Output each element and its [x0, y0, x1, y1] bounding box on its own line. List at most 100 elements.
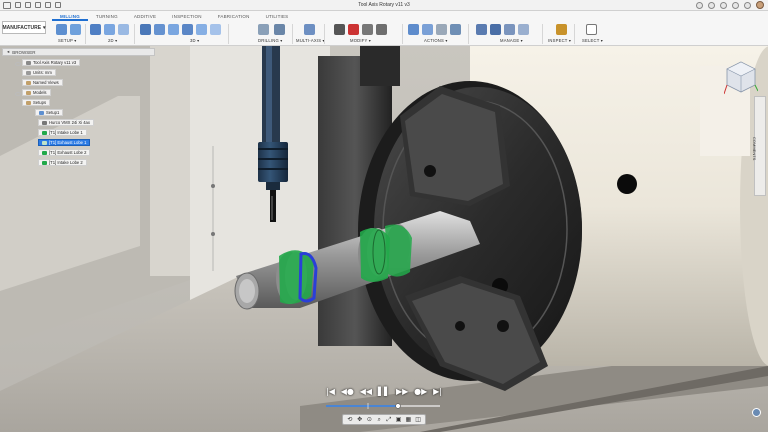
tree-models[interactable]: Models	[22, 89, 51, 96]
fit-icon[interactable]: ⤢	[385, 416, 392, 423]
tree-machine[interactable]: Hurco VMX 24i Xi 4ax	[38, 119, 94, 126]
help-icon[interactable]	[744, 1, 751, 9]
job-status-icon[interactable]	[720, 1, 727, 9]
setup-icon	[39, 110, 44, 115]
tree-operation-intake-lobe-2[interactable]: [T1] Intake Lobe 2	[38, 159, 87, 166]
toolpath-icon	[42, 140, 47, 145]
units-icon	[26, 70, 31, 75]
face-icon[interactable]	[118, 24, 129, 35]
simulation-timeline[interactable]	[322, 402, 444, 410]
folder-icon	[26, 100, 31, 105]
go-to-start-button[interactable]: |◀	[326, 387, 335, 396]
previous-operation-button[interactable]: ◀●	[341, 387, 354, 396]
display-settings-icon[interactable]: ▣	[395, 416, 402, 423]
3d-pocket-icon[interactable]	[154, 24, 165, 35]
thread-icon[interactable]	[274, 24, 285, 35]
group-manage[interactable]: MANAGE	[500, 38, 523, 43]
setup-sheet-icon[interactable]	[70, 24, 81, 35]
workspace-label: MANUFACTURE	[2, 24, 42, 31]
group-inspect[interactable]: INSPECT	[548, 38, 571, 43]
tool-library-icon[interactable]	[476, 24, 487, 35]
simulate-icon[interactable]	[408, 24, 419, 35]
next-operation-button[interactable]: ●▶	[414, 387, 427, 396]
tab-turning[interactable]: TURNING	[88, 11, 126, 21]
simulation-playback: |◀ ◀● ◀◀ ▌▌ ▶▶ ●▶ ▶|	[326, 384, 442, 398]
tree-setups[interactable]: Setups	[22, 99, 51, 106]
pause-button[interactable]: ▌▌	[378, 387, 390, 396]
comments-label: COMMENTS	[752, 137, 757, 161]
go-to-end-button[interactable]: ▶|	[433, 387, 442, 396]
tab-fabrication[interactable]: FABRICATION	[210, 11, 258, 21]
steep-shallow-icon[interactable]	[168, 24, 179, 35]
post-library-icon[interactable]	[504, 24, 515, 35]
tab-utilities[interactable]: UTILITIES	[258, 11, 297, 21]
contour-icon[interactable]	[196, 24, 207, 35]
eye-icon[interactable]	[15, 62, 21, 66]
transform-icon[interactable]	[362, 24, 373, 35]
folder-icon	[26, 80, 31, 85]
step-back-button[interactable]: ◀◀	[360, 387, 372, 396]
view-cube[interactable]	[724, 58, 758, 96]
group-3d[interactable]: 3D	[190, 38, 199, 43]
group-actions[interactable]: ACTIONS	[424, 38, 448, 43]
timeline-scrubber	[395, 403, 401, 409]
eye-icon[interactable]	[15, 92, 21, 96]
zoom-icon[interactable]: ⌕	[376, 416, 383, 423]
group-2d[interactable]: 2D	[108, 38, 117, 43]
2d-pocket-icon[interactable]	[104, 24, 115, 35]
3d-adaptive-icon[interactable]	[140, 24, 151, 35]
pattern-icon[interactable]	[376, 24, 387, 35]
group-modify[interactable]: MODIFY	[350, 38, 371, 43]
status-marker[interactable]	[752, 408, 761, 417]
tree-units[interactable]: Units: mm	[22, 69, 56, 76]
group-drilling[interactable]: DRILLING	[258, 38, 282, 43]
new-setup-icon[interactable]	[56, 24, 67, 35]
post-process-icon[interactable]	[422, 24, 433, 35]
tab-milling[interactable]: MILLING	[52, 11, 88, 21]
group-multi-axis[interactable]: MULTI-AXIS	[296, 38, 325, 43]
tab-additive[interactable]: ADDITIVE	[126, 11, 164, 21]
delete-icon[interactable]	[348, 24, 359, 35]
avatar[interactable]	[756, 1, 764, 9]
look-at-icon[interactable]: ⊙	[366, 416, 373, 423]
parallel-icon[interactable]	[210, 24, 221, 35]
tab-inspection[interactable]: INSPECTION	[164, 11, 210, 21]
tree-operation-intake-lobe-1[interactable]: [T1] Intake Lobe 1	[38, 129, 87, 136]
setup-sheet-action-icon[interactable]	[450, 24, 461, 35]
tree-setup1[interactable]: Setup1	[35, 109, 64, 116]
collapse-icon[interactable]: ◂	[7, 49, 9, 55]
tree-operation-exhaust-lobe-1[interactable]: [T1] Exhaust Lobe 1	[38, 139, 91, 146]
notifications-icon[interactable]	[732, 1, 739, 9]
modify-scissors-icon[interactable]	[334, 24, 345, 35]
select-icon[interactable]	[586, 24, 597, 35]
folder-icon	[26, 90, 31, 95]
drill-icon[interactable]	[258, 24, 269, 35]
tree-root[interactable]: Tool Axis Rotary v11 v3	[22, 59, 81, 66]
new-tab-icon[interactable]	[696, 1, 703, 9]
templates-icon[interactable]	[518, 24, 529, 35]
ribbon-tools: SETUP 2D 3D DRILLING MULTI-AXIS	[52, 22, 768, 46]
viewports-icon[interactable]: ◫	[415, 416, 422, 423]
browser-header[interactable]: ◂ BROWSER	[2, 48, 155, 56]
navigation-bar: ⟲ ✥ ⊙ ⌕ ⤢ ▣ ▦ ◫	[342, 414, 426, 425]
ribbon-tabs: MILLING TURNING ADDITIVE INSPECTION FABR…	[52, 11, 296, 21]
pan-icon[interactable]: ✥	[356, 416, 363, 423]
grid-icon[interactable]: ▦	[405, 416, 412, 423]
toolbar-ribbon: MILLING TURNING ADDITIVE INSPECTION FABR…	[0, 11, 768, 46]
multi-axis-icon[interactable]	[304, 24, 315, 35]
group-select[interactable]: SELECT	[582, 38, 603, 43]
step-forward-button[interactable]: ▶▶	[396, 387, 408, 396]
comments-panel-tab[interactable]: COMMENTS	[752, 96, 766, 196]
2d-adaptive-icon[interactable]	[90, 24, 101, 35]
chevron-down-icon: ▾	[43, 24, 46, 31]
group-setup[interactable]: SETUP	[58, 38, 77, 43]
measure-icon[interactable]	[556, 24, 567, 35]
extensions-icon[interactable]	[708, 1, 715, 9]
machine-library-icon[interactable]	[490, 24, 501, 35]
generate-icon[interactable]	[436, 24, 447, 35]
tree-operation-exhaust-lobe-2[interactable]: [T1] Exhaust Lobe 2	[38, 149, 91, 156]
orbit-icon[interactable]: ⟲	[346, 416, 353, 423]
workspace-switcher[interactable]: MANUFACTURE ▾	[2, 21, 46, 34]
scallop-icon[interactable]	[182, 24, 193, 35]
tree-named-views[interactable]: Named Views	[22, 79, 63, 86]
